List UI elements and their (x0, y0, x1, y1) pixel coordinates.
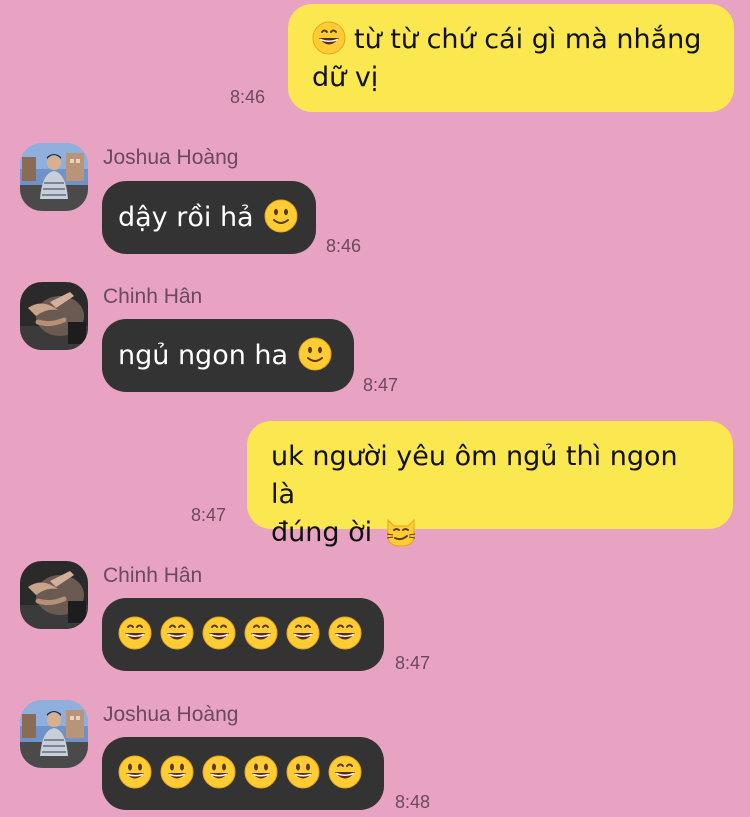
smiley-face-emoji-icon (286, 755, 320, 789)
message-timestamp: 8:46 (230, 87, 266, 107)
slightly-smiling-face-emoji-icon (298, 337, 332, 371)
message-bubble-outgoing[interactable]: từ từ chứ cái gì mà nhắng dữ vị (288, 4, 734, 112)
message-bubble-outgoing[interactable]: uk người yêu ôm ngủ thì ngon là đúng ời (247, 421, 733, 548)
message-timestamp: 8:47 (363, 375, 399, 395)
avatar-chinh[interactable] (20, 561, 88, 629)
message-timestamp: 8:47 (395, 653, 431, 673)
message-line: dữ vị (312, 62, 379, 93)
slightly-smiling-face-emoji-icon (264, 199, 298, 233)
smiley-face-emoji-icon (118, 755, 152, 789)
sender-name: Chinh Hân (103, 564, 203, 587)
message-line: từ từ chứ cái gì mà nhắng (312, 21, 708, 59)
message-line: uk người yêu ôm ngủ thì ngon là (271, 441, 678, 510)
message-timestamp: 8:48 (395, 792, 431, 812)
grinning-face-emoji-icon (328, 755, 362, 789)
message-timestamp: 8:46 (326, 236, 362, 256)
smiley-face-emoji-icon (160, 755, 194, 789)
smiley-face-emoji-icon (202, 755, 236, 789)
smiley-face-emoji-icon (244, 755, 278, 789)
grinning-face-emoji-icon (312, 21, 346, 55)
grinning-face-emoji-icon (286, 616, 320, 650)
smirking-cat-emoji-icon (384, 514, 418, 548)
message-bubble-incoming[interactable]: ngủ ngon ha (102, 319, 354, 392)
sender-name: Chinh Hân (103, 285, 203, 308)
sender-name: Joshua Hoàng (103, 146, 239, 169)
grinning-face-emoji-icon (118, 616, 152, 650)
avatar-joshua[interactable] (20, 143, 88, 211)
message-line: đúng ời (271, 514, 707, 552)
message-bubble-incoming[interactable]: dậy rồi hả (102, 181, 316, 254)
grinning-face-emoji-icon (244, 616, 278, 650)
sender-name: Joshua Hoàng (103, 703, 239, 726)
message-bubble-incoming[interactable] (102, 598, 384, 671)
avatar-chinh[interactable] (20, 282, 88, 350)
grinning-face-emoji-icon (160, 616, 194, 650)
grinning-face-emoji-icon (328, 616, 362, 650)
message-timestamp: 8:47 (191, 505, 227, 525)
grinning-face-emoji-icon (202, 616, 236, 650)
message-bubble-incoming[interactable] (102, 737, 384, 810)
chat-view: từ từ chứ cái gì mà nhắng dữ vị 8:46 Jos… (0, 0, 750, 817)
avatar-joshua[interactable] (20, 700, 88, 768)
